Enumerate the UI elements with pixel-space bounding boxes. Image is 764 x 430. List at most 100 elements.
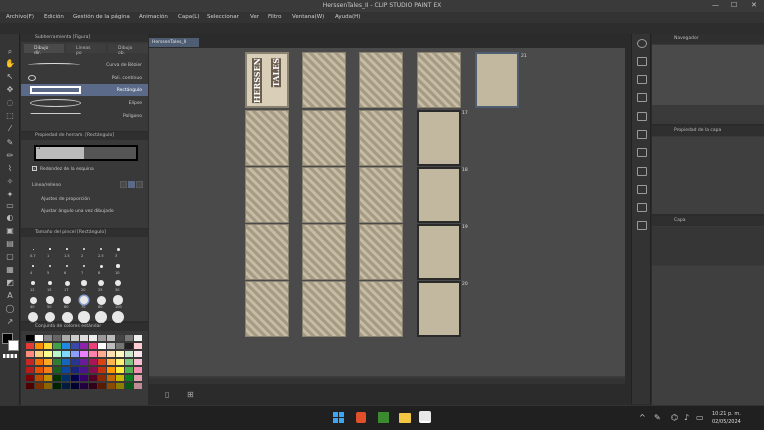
- page-list-icon[interactable]: ▯: [165, 390, 169, 399]
- brush-size-option[interactable]: [98, 280, 104, 286]
- color-swatch[interactable]: [71, 383, 79, 389]
- color-swatch[interactable]: [62, 367, 70, 373]
- fill-icon[interactable]: ▣: [4, 225, 16, 236]
- document-tab[interactable]: HerssenTales_II: [149, 38, 199, 47]
- color-swatch[interactable]: [62, 351, 70, 357]
- page-thumbnail[interactable]: [245, 167, 289, 223]
- page-thumbnail[interactable]: [302, 110, 346, 166]
- color-swatch[interactable]: [89, 335, 97, 341]
- color-swatch[interactable]: [53, 359, 61, 365]
- correct-line-icon[interactable]: ↗: [4, 316, 16, 327]
- cover-page[interactable]: HERSSEN TALES: [245, 52, 289, 108]
- page-grid-icon[interactable]: ⊞: [187, 390, 194, 399]
- brush-size-option[interactable]: [116, 247, 120, 251]
- color-swatch[interactable]: [80, 367, 88, 373]
- color-swatch[interactable]: [35, 375, 43, 381]
- color-swatch[interactable]: [62, 343, 70, 349]
- brush-size-option[interactable]: [113, 295, 123, 305]
- color-swatch[interactable]: [80, 359, 88, 365]
- color-swatch[interactable]: [89, 343, 97, 349]
- page-thumbnail[interactable]: [302, 224, 346, 280]
- brush-size-option[interactable]: [64, 280, 70, 286]
- volume-icon[interactable]: ♪: [684, 413, 689, 422]
- blank-page[interactable]: [417, 281, 461, 337]
- color-swatch[interactable]: [62, 335, 70, 341]
- color-swatch[interactable]: [134, 351, 142, 357]
- clock-date[interactable]: 02/05/2024: [712, 419, 741, 425]
- panel-icon-8[interactable]: [637, 185, 647, 194]
- color-swatch[interactable]: [125, 335, 133, 341]
- blank-page[interactable]: [417, 110, 461, 166]
- color-swatch[interactable]: [44, 335, 52, 341]
- color-swatch[interactable]: [89, 351, 97, 357]
- eraser-icon[interactable]: ▭: [4, 200, 16, 211]
- page-thumbnail[interactable]: [359, 52, 403, 108]
- color-swatch[interactable]: [125, 375, 133, 381]
- color-swatch[interactable]: [26, 375, 34, 381]
- color-swatch[interactable]: [125, 343, 133, 349]
- color-swatch[interactable]: [71, 375, 79, 381]
- color-swatch[interactable]: [35, 351, 43, 357]
- pen-icon[interactable]: ✎: [4, 137, 16, 148]
- color-swatch[interactable]: [116, 375, 124, 381]
- color-swatch[interactable]: [98, 383, 106, 389]
- color-swatch[interactable]: [98, 359, 106, 365]
- eyedropper-icon[interactable]: ⁄: [4, 123, 16, 134]
- figure-icon[interactable]: ▢: [4, 251, 16, 262]
- color-swatch[interactable]: [35, 383, 43, 389]
- page-thumbnail[interactable]: [359, 167, 403, 223]
- brush-size-option[interactable]: [81, 280, 87, 286]
- panel-icon-2[interactable]: [637, 75, 647, 84]
- color-swatch[interactable]: [134, 335, 142, 341]
- color-swatch[interactable]: [125, 359, 133, 365]
- menu-seleccionar[interactable]: Seleccionar: [207, 14, 239, 20]
- menu-gestion-pagina[interactable]: Gestión de la página: [73, 14, 130, 20]
- brush-size-option[interactable]: [31, 281, 35, 285]
- color-swatch[interactable]: [80, 343, 88, 349]
- color-swatch[interactable]: [44, 367, 52, 373]
- page-thumbnail[interactable]: [359, 224, 403, 280]
- operation-icon[interactable]: ✥: [4, 84, 16, 95]
- tab-dibujo-ob[interactable]: Dibujo ob.: [108, 44, 148, 56]
- color-swatch[interactable]: [89, 359, 97, 365]
- brush-size-option[interactable]: [47, 280, 53, 286]
- zoom-icon[interactable]: ⌕: [4, 46, 16, 57]
- blank-page[interactable]: [475, 52, 519, 108]
- color-swatch[interactable]: [26, 359, 34, 365]
- brush-size-option[interactable]: [32, 265, 34, 267]
- brush-icon[interactable]: ⌇: [4, 163, 16, 174]
- color-swatch[interactable]: [134, 359, 142, 365]
- panel-icon-3[interactable]: [637, 93, 647, 102]
- brush-size-option[interactable]: [66, 248, 68, 250]
- color-swatch[interactable]: [125, 367, 133, 373]
- color-swatch[interactable]: [107, 383, 115, 389]
- ruler-icon[interactable]: ◩: [4, 277, 16, 288]
- color-swatch[interactable]: [53, 351, 61, 357]
- minecraft-icon[interactable]: [378, 412, 389, 423]
- color-swatch[interactable]: [53, 375, 61, 381]
- menu-ayuda[interactable]: Ayuda(H): [335, 14, 360, 20]
- menu-capa[interactable]: Capa(L): [178, 14, 199, 20]
- color-swatch[interactable]: [44, 383, 52, 389]
- color-swatch[interactable]: [35, 367, 43, 373]
- brush-size-option[interactable]: [49, 265, 51, 267]
- blank-page[interactable]: [417, 167, 461, 223]
- color-swatch[interactable]: [62, 359, 70, 365]
- color-swatch[interactable]: [26, 351, 34, 357]
- page-thumbnail[interactable]: [302, 167, 346, 223]
- brush-size-option[interactable]: [116, 264, 120, 268]
- color-swatch[interactable]: [53, 335, 61, 341]
- color-swatch[interactable]: [116, 343, 124, 349]
- page-thumbnail[interactable]: [417, 52, 461, 108]
- color-swatch[interactable]: [44, 351, 52, 357]
- balloon-icon[interactable]: ◯: [4, 303, 16, 314]
- menu-archivo[interactable]: Archivo(F): [6, 14, 34, 20]
- panel-icon-6[interactable]: [637, 148, 647, 157]
- color-swatch[interactable]: [44, 375, 52, 381]
- line-mode-button[interactable]: [120, 181, 127, 188]
- brush-size-option[interactable]: [82, 264, 86, 268]
- brush-size-slider[interactable]: [34, 145, 138, 161]
- clock-time[interactable]: 10:21 p. m.: [712, 411, 741, 417]
- color-swatch[interactable]: [134, 375, 142, 381]
- clip-studio-icon[interactable]: [419, 411, 431, 423]
